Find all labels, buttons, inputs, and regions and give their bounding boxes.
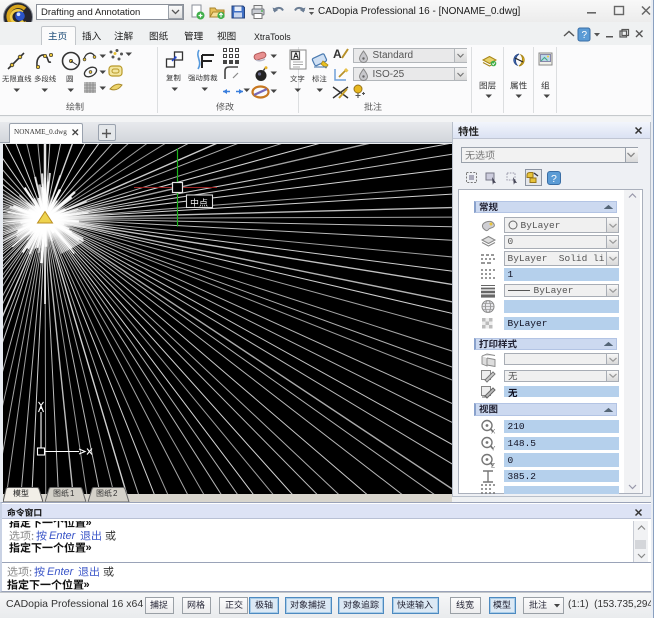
svg-text:A: A xyxy=(293,52,299,61)
svg-text:?: ? xyxy=(582,30,588,41)
svg-text:Y: Y xyxy=(491,445,496,451)
svg-text:Z: Z xyxy=(491,462,495,468)
svg-text:?: ? xyxy=(551,173,557,185)
svg-text:A: A xyxy=(333,47,342,61)
svg-text:X: X xyxy=(491,429,496,435)
